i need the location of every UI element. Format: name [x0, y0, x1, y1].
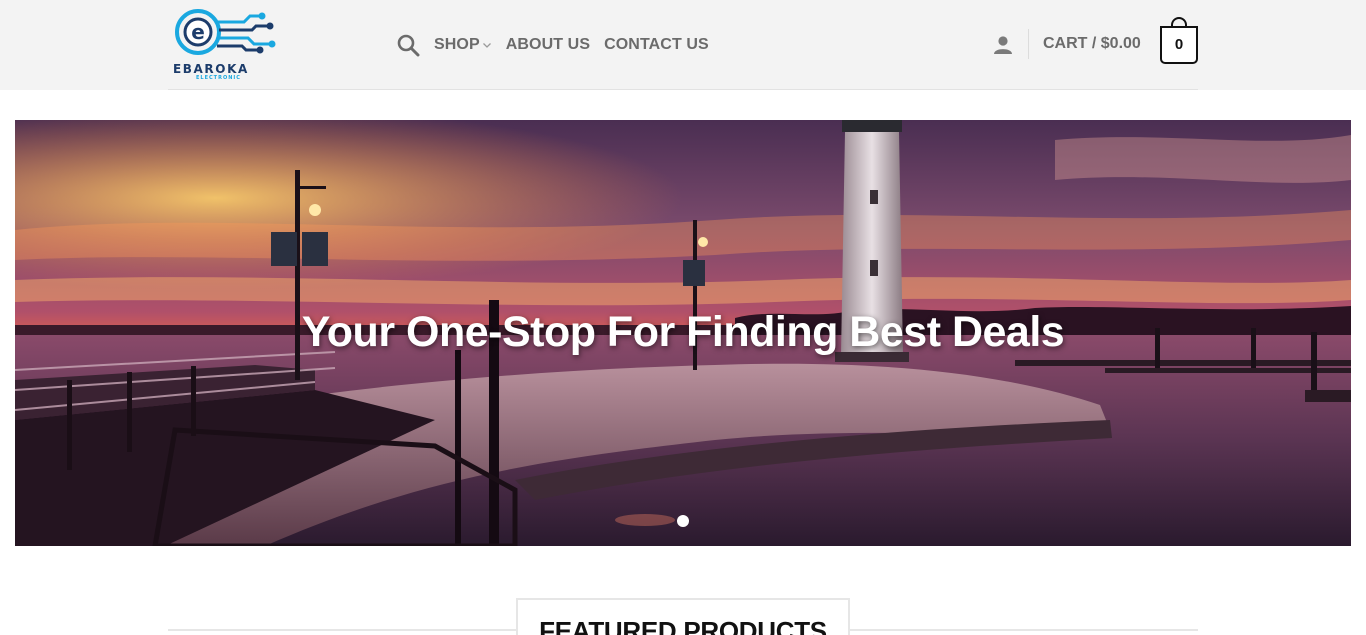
nav-item-contact-us-label: CONTACT US — [604, 36, 709, 53]
main-nav: SHOP ABOUT US CONTACT US — [396, 0, 723, 90]
featured-products-title: FEATURED PRODUCTS — [539, 616, 827, 635]
search-icon[interactable] — [396, 33, 420, 57]
hero-slider[interactable]: Your One-Stop For Finding Best Deals — [15, 120, 1351, 546]
chevron-down-icon — [482, 43, 491, 48]
site-header: e EBAROKA ELECTRONIC SHOP ABOUT US CONTA… — [0, 0, 1366, 90]
svg-text:e: e — [191, 20, 205, 44]
slider-dot-active[interactable] — [677, 515, 689, 527]
nav-item-about-us[interactable]: ABOUT US — [506, 36, 590, 54]
header-divider — [1028, 29, 1029, 59]
nav-item-contact-us[interactable]: CONTACT US — [604, 36, 709, 54]
header-container: e EBAROKA ELECTRONIC SHOP ABOUT US CONTA… — [168, 0, 1198, 90]
nav-item-shop[interactable]: SHOP — [434, 36, 492, 54]
user-icon[interactable] — [992, 34, 1014, 56]
nav-item-about-us-label: ABOUT US — [505, 36, 591, 53]
logo-tagline: ELECTRONIC — [196, 75, 241, 81]
logo-wordmark: EBAROKA — [173, 62, 249, 76]
hero-title: Your One-Stop For Finding Best Deals — [301, 308, 1065, 356]
featured-products-heading-box: FEATURED PRODUCTS — [516, 598, 850, 635]
cart-link[interactable]: CART / $0.00 — [1043, 35, 1141, 53]
nav-item-shop-label: SHOP — [434, 36, 480, 53]
logo[interactable]: e EBAROKA ELECTRONIC — [168, 0, 288, 90]
cart-count-badge[interactable]: 0 — [1160, 26, 1198, 64]
